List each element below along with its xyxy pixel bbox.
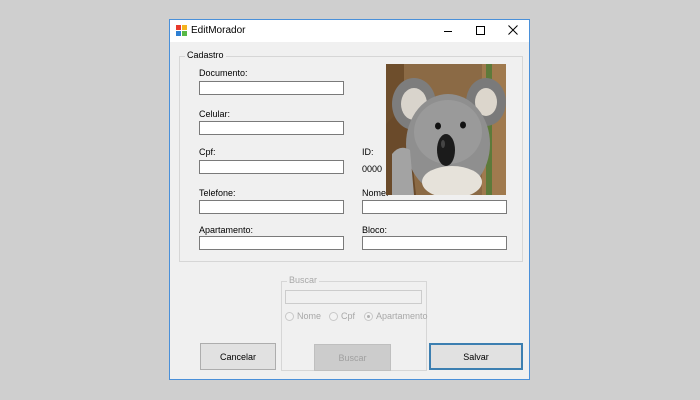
buscar-group-label: Buscar (287, 275, 320, 285)
telefone-label: Telefone: (199, 188, 236, 198)
cadastro-group-label: Cadastro (185, 50, 226, 60)
telefone-field[interactable] (199, 200, 344, 214)
close-icon (508, 25, 518, 35)
title-bar[interactable]: EditMorador (170, 20, 529, 42)
apartamento-field[interactable] (199, 236, 344, 250)
minimize-button[interactable] (432, 20, 464, 42)
id-label: ID: (362, 147, 374, 157)
salvar-button[interactable]: Salvar (429, 343, 523, 370)
resident-photo[interactable] (386, 64, 506, 195)
buscar-search-input[interactable] (285, 290, 422, 304)
documento-label: Documento: (199, 68, 248, 78)
buscar-button[interactable]: Buscar (314, 344, 391, 371)
nome-label: Nome: (362, 188, 389, 198)
radio-nome[interactable]: Nome (285, 311, 321, 321)
celular-field[interactable] (199, 121, 344, 135)
buscar-group: Buscar Nome Cpf Apartamento Buscar (281, 275, 428, 371)
documento-field[interactable] (199, 81, 344, 95)
cpf-field[interactable] (199, 160, 344, 174)
maximize-button[interactable] (464, 20, 496, 42)
radio-apartamento-dot (364, 311, 373, 321)
nome-field[interactable] (362, 200, 507, 214)
bloco-label: Bloco: (362, 225, 388, 235)
radio-nome-dot (285, 311, 294, 321)
radio-cpf-label: Cpf (341, 311, 356, 321)
radio-cpf-dot (329, 311, 338, 321)
window-title: EditMorador (191, 25, 246, 36)
id-value: 0000 (362, 164, 383, 174)
cancelar-button[interactable]: Cancelar (200, 343, 276, 370)
celular-label: Celular: (199, 109, 231, 119)
bloco-field[interactable] (362, 236, 507, 250)
cpf-label: Cpf: (199, 147, 216, 157)
radio-apartamento[interactable]: Apartamento (364, 311, 428, 321)
edit-morador-window: EditMorador Cadastro Documento: Celular:… (169, 19, 530, 380)
radio-nome-label: Nome (297, 311, 322, 321)
close-button[interactable] (497, 20, 529, 42)
koala-photo-icon (386, 64, 506, 195)
apartamento-label: Apartamento: (199, 225, 254, 235)
radio-apartamento-label: Apartamento (376, 311, 428, 321)
app-icon (176, 25, 187, 36)
radio-cpf[interactable]: Cpf (329, 311, 355, 321)
